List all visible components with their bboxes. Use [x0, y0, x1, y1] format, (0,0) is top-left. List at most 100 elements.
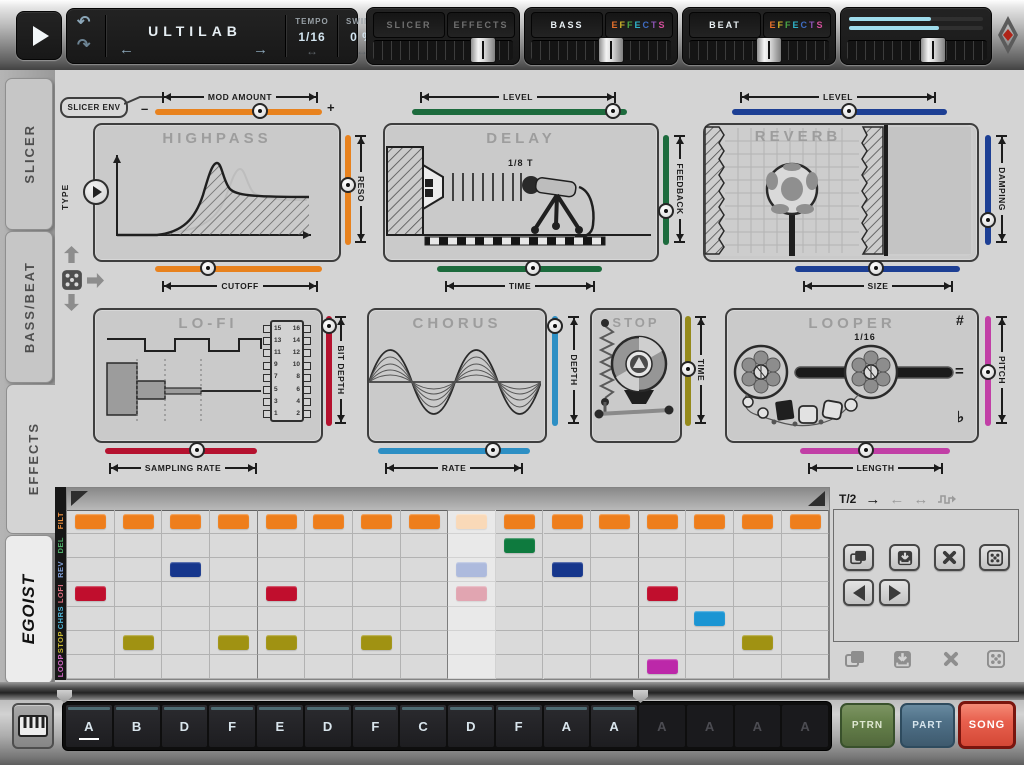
loop-end-marker[interactable] [808, 491, 825, 506]
grid-note-rev[interactable] [456, 562, 487, 577]
grid-cell[interactable] [734, 582, 782, 606]
slider-knob[interactable] [980, 212, 996, 228]
grid-cell[interactable] [162, 655, 210, 679]
grid-cell[interactable] [686, 510, 734, 534]
slider-knob[interactable] [200, 260, 216, 276]
grid-note-filt[interactable] [552, 514, 583, 529]
slider-knob[interactable] [605, 103, 621, 119]
grid-cell[interactable] [591, 558, 639, 582]
redo-icon[interactable]: ↷ [77, 35, 90, 55]
grid-cell[interactable] [496, 655, 544, 679]
grid-cell[interactable] [258, 631, 306, 655]
slider-track[interactable] [378, 448, 530, 454]
grid-note-filt[interactable] [170, 514, 201, 529]
slider-track[interactable] [800, 448, 950, 454]
grid-cell[interactable] [67, 631, 115, 655]
depth-slider[interactable] [548, 316, 562, 426]
grid-cell[interactable] [162, 582, 210, 606]
grid-cell[interactable] [305, 607, 353, 631]
grid-note-stop[interactable] [123, 635, 154, 650]
delay-level-slider[interactable] [412, 104, 627, 120]
length-slider[interactable] [800, 443, 950, 459]
grid-cell[interactable] [686, 607, 734, 631]
grid-cell[interactable] [115, 534, 163, 558]
grid-note-stop[interactable] [218, 635, 249, 650]
grid-note-filt[interactable] [504, 514, 535, 529]
grid-cell[interactable] [162, 510, 210, 534]
grid-cell[interactable] [496, 534, 544, 558]
grid-cell[interactable] [258, 607, 306, 631]
grid-cell[interactable] [591, 631, 639, 655]
slider-knob[interactable] [868, 260, 884, 276]
pattern-slot-12[interactable]: A [591, 705, 637, 747]
tempo-drag-icon[interactable]: ↔ [289, 44, 335, 58]
reverb-level-slider[interactable] [732, 104, 947, 120]
damping-slider[interactable] [981, 135, 995, 245]
slider-track[interactable] [663, 135, 669, 245]
slicer-env-badge[interactable]: SLICER ENV [60, 97, 128, 118]
pattern-slot-5[interactable]: E [257, 705, 303, 747]
grid-cell[interactable] [448, 534, 496, 558]
grid-cell[interactable] [210, 655, 258, 679]
grid-cell[interactable] [639, 510, 687, 534]
delay-time-slider[interactable] [437, 261, 602, 277]
grid-cell[interactable] [496, 582, 544, 606]
pattern-slot-1[interactable]: A [66, 705, 112, 747]
slider-knob[interactable] [841, 103, 857, 119]
grid-cell[interactable] [686, 582, 734, 606]
grid-cell[interactable] [258, 655, 306, 679]
pattern-slot-16[interactable]: A [782, 705, 828, 747]
randomize-button[interactable] [979, 544, 1010, 571]
grid-cell[interactable] [401, 558, 449, 582]
shift-left-icon[interactable]: ← [889, 492, 904, 507]
pattern-slot-2[interactable]: B [114, 705, 160, 747]
preset-next-icon[interactable]: → [253, 41, 268, 58]
grid-note-chrs[interactable] [694, 611, 725, 626]
grid-cell[interactable] [67, 655, 115, 679]
grid-cell[interactable] [258, 558, 306, 582]
transform-label[interactable]: T/2 [839, 492, 856, 506]
grid-cell[interactable] [353, 558, 401, 582]
tab-egoist-logo[interactable]: EGOIST [5, 535, 53, 684]
grid-cell[interactable] [305, 534, 353, 558]
grid-cell[interactable] [67, 534, 115, 558]
grid-cell[interactable] [115, 582, 163, 606]
grid-cell[interactable] [782, 631, 830, 655]
grid-note-stop[interactable] [361, 635, 392, 650]
prev-pattern-button[interactable] [843, 579, 874, 606]
grid-cell[interactable] [448, 510, 496, 534]
grid-cell[interactable] [305, 631, 353, 655]
grid-note-filt[interactable] [313, 514, 344, 529]
slider-knob[interactable] [658, 203, 674, 219]
tab-effects[interactable]: EFFECTS [6, 384, 59, 534]
grid-cell[interactable] [639, 534, 687, 558]
rate-slider[interactable] [378, 443, 530, 459]
pattern-slot-10[interactable]: F [496, 705, 542, 747]
grid-cell[interactable] [782, 655, 830, 679]
grid-cell[interactable] [782, 510, 830, 534]
grid-cell[interactable] [686, 558, 734, 582]
grid-cell[interactable] [258, 510, 306, 534]
grid-cell[interactable] [448, 558, 496, 582]
grid-cell[interactable] [353, 607, 401, 631]
copy-button[interactable] [843, 544, 874, 571]
grid-note-filt[interactable] [456, 514, 487, 529]
loop-start-marker[interactable] [71, 491, 88, 506]
preset-name[interactable]: ULTILAB [111, 23, 279, 39]
grid-cell[interactable] [591, 534, 639, 558]
copy-icon-disabled[interactable] [845, 650, 865, 670]
grid-note-filt[interactable] [266, 514, 297, 529]
grid-note-filt[interactable] [361, 514, 392, 529]
slider-knob[interactable] [858, 442, 874, 458]
feedback-slider[interactable] [659, 135, 673, 245]
grid-cell[interactable] [401, 534, 449, 558]
slider-track[interactable] [155, 109, 322, 115]
grid-cell[interactable] [686, 534, 734, 558]
grid-cell[interactable] [496, 510, 544, 534]
slider-knob[interactable] [252, 103, 268, 119]
tempo-value[interactable]: 1/16 [289, 30, 335, 44]
grid-note-lofi[interactable] [647, 586, 678, 601]
grid-note-filt[interactable] [409, 514, 440, 529]
grid-cell[interactable] [639, 558, 687, 582]
grid-note-del[interactable] [504, 538, 535, 553]
